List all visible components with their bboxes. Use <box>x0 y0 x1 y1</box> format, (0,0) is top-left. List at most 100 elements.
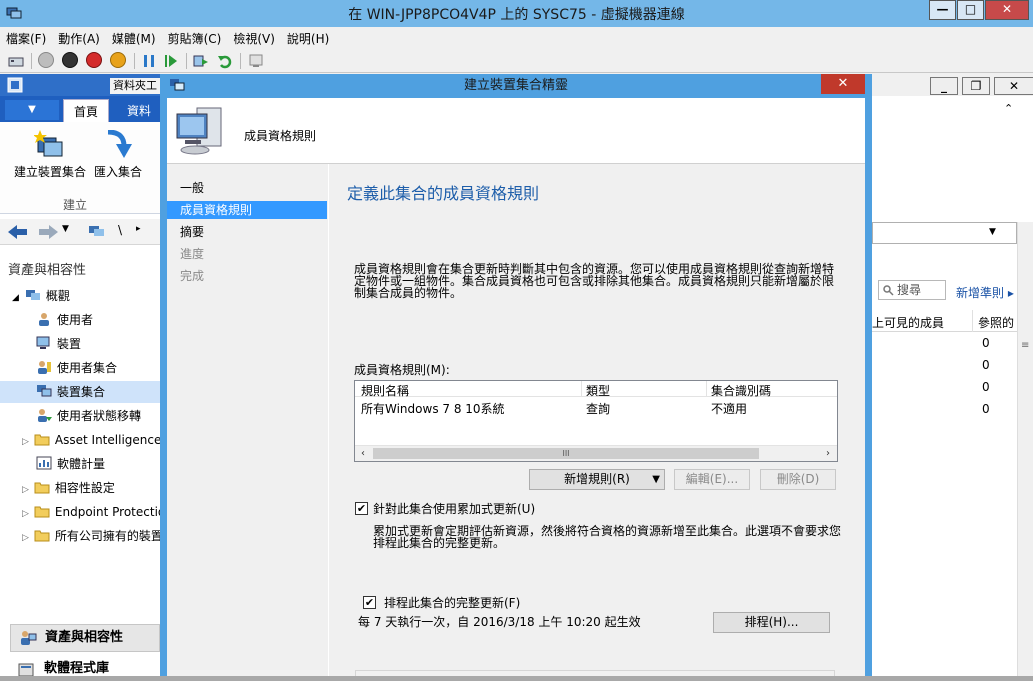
toolbar-separator <box>186 53 187 69</box>
folder-icon <box>34 506 50 518</box>
tree-heading: 資產與相容性 <box>8 263 87 278</box>
folder-icon <box>34 434 50 446</box>
ctrl-alt-del-icon[interactable] <box>8 53 24 69</box>
ribbon-collapse-icon[interactable]: ⌃ <box>1004 102 1013 115</box>
scroll-thumb[interactable]: III <box>373 448 759 459</box>
ribbon-file-menu[interactable]: ▼ <box>5 100 59 120</box>
console-minimize-button[interactable]: _ <box>930 77 958 95</box>
add-rule-button[interactable]: 新增規則(R) ▼ <box>529 469 665 490</box>
menu-view[interactable]: 檢視(V) <box>227 27 281 47</box>
taskbar-edge <box>0 676 1033 681</box>
assets-workspace-icon <box>21 631 37 645</box>
membership-rules-list[interactable]: 規則名稱 類型 集合識別碼 所有Windows 7 8 10系統 查詢 不適用 … <box>354 380 838 462</box>
nav-history-dropdown-icon[interactable]: ▼ <box>62 224 69 234</box>
close-button[interactable]: ✕ <box>985 0 1029 20</box>
turn-off-icon[interactable] <box>62 52 78 68</box>
collection-id-cell: 不適用 <box>711 402 748 416</box>
console-close-button[interactable]: ✕ <box>994 77 1033 95</box>
tree-expand-icon[interactable]: ▷ <box>22 485 29 495</box>
scroll-left-icon[interactable]: ‹ <box>355 446 371 461</box>
tab-home[interactable]: 首頁 <box>63 99 110 122</box>
column-rule-name[interactable]: 規則名稱 <box>361 382 409 399</box>
folder-tools-tab[interactable]: 資料夾工 <box>110 78 160 94</box>
column-type[interactable]: 類型 <box>586 382 610 399</box>
menu-action[interactable]: 動作(A) <box>52 27 106 47</box>
tree-item-users[interactable]: 使用者 <box>0 309 160 331</box>
console-right-ribbon: ⌃ <box>872 96 1033 214</box>
schedule-button[interactable]: 排程(H)... <box>713 612 830 633</box>
forward-arrow-icon[interactable] <box>38 224 58 240</box>
tree-item-devices[interactable]: 裝置 <box>0 333 160 355</box>
maximize-button[interactable]: □ <box>957 0 984 20</box>
schedule-full-update-checkbox[interactable]: ✔ <box>363 596 376 609</box>
edit-button[interactable]: 編輯(E)... <box>674 469 750 490</box>
list-column-header: 上可見的成員 參照的 <box>872 310 1017 332</box>
tree-item-compliance-settings[interactable]: ▷ 相容性設定 <box>0 477 160 499</box>
enhanced-session-icon[interactable] <box>248 53 264 69</box>
ribbon-group-create: 建立 <box>62 198 87 212</box>
import-collection-button[interactable]: 匯入集合 <box>92 129 144 180</box>
delete-button[interactable]: 刪除(D) <box>760 469 836 490</box>
tree-item-endpoint-protection[interactable]: ▷Endpoint Protection <box>0 501 160 523</box>
menu-clipboard[interactable]: 剪貼簿(C) <box>162 27 228 47</box>
nav-summary[interactable]: 摘要 <box>167 223 327 241</box>
vm-toolbar <box>0 49 1033 73</box>
tree-item-device-collections[interactable]: 裝置集合 <box>0 381 160 403</box>
nav-root-icon <box>89 226 104 236</box>
create-device-collection-button[interactable]: 建立裝置集合 <box>12 130 88 180</box>
address-bar-right[interactable]: ▼ <box>872 222 1017 244</box>
incremental-updates-checkbox[interactable]: ✔ <box>355 502 368 515</box>
folder-icon <box>34 482 50 494</box>
row-value: 0 <box>982 380 990 394</box>
incremental-updates-label[interactable]: 針對此集合使用累加式更新(U) <box>373 503 535 515</box>
shut-down-icon[interactable] <box>86 52 102 68</box>
column-referenced[interactable]: 參照的 <box>978 314 1014 331</box>
create-collection-icon <box>33 130 63 157</box>
address-dropdown-icon[interactable]: ▼ <box>989 227 996 237</box>
rule-name-cell: 所有Windows 7 8 10系統 <box>361 402 505 416</box>
resume-icon[interactable] <box>163 53 179 69</box>
save-state-icon[interactable] <box>110 52 126 68</box>
horizontal-scrollbar[interactable]: ‹ III › <box>355 445 837 461</box>
wizard-close-button[interactable]: ✕ <box>821 74 865 94</box>
tree-item-asset-intelligence[interactable]: ▷ Asset Intelligence <box>0 429 160 451</box>
console-restore-button[interactable]: ❐ <box>962 77 990 95</box>
tree-expand-icon[interactable]: ▷ <box>22 509 29 519</box>
nav-general[interactable]: 一般 <box>167 179 327 197</box>
checkpoint-icon[interactable] <box>193 53 209 69</box>
pause-icon[interactable] <box>141 53 157 69</box>
tab-folder[interactable]: 資料夾 <box>117 99 165 135</box>
add-criteria-link[interactable]: 新增準則 ▸ <box>956 284 1014 301</box>
tree-expand-icon[interactable]: ▷ <box>22 437 29 447</box>
scrollbar-grip-icon[interactable]: ≡ <box>1021 340 1029 351</box>
scroll-right-icon[interactable]: › <box>820 446 836 461</box>
ribbon-home: 建立裝置集合 匯入集合 建立 <box>0 122 165 214</box>
tree-expand-icon[interactable]: ▷ <box>22 533 29 543</box>
tree-collapse-icon[interactable]: ◢ <box>12 293 19 303</box>
wizard-title-bar: 建立裝置集合精靈 ✕ <box>167 74 865 98</box>
back-arrow-icon[interactable] <box>8 224 28 240</box>
vertical-scrollbar[interactable]: ≡ <box>1017 222 1033 681</box>
nav-membership-rules[interactable]: 成員資格規則 <box>167 201 327 219</box>
tree-item-overview[interactable]: ◢ 概觀 <box>0 285 160 307</box>
nav-chevron-right-icon[interactable]: ▸ <box>136 224 141 234</box>
tree-item-software-metering[interactable]: 軟體計量 <box>0 453 160 475</box>
revert-icon[interactable] <box>217 53 233 69</box>
wizard-page-title: 成員資格規則 <box>244 129 317 143</box>
minimize-button[interactable]: — <box>929 0 956 20</box>
menu-media[interactable]: 媒體(M) <box>106 27 162 47</box>
row-value: 0 <box>982 358 990 372</box>
vm-title-bar: 在 WIN-JPP8PCO4V4P 上的 SYSC75 - 虛擬機器連線 — □… <box>0 0 1033 27</box>
start-icon[interactable] <box>38 52 54 68</box>
nav-path[interactable]: \ <box>118 223 122 237</box>
tree-item-company-owned-devices[interactable]: ▷ 所有公司擁有的裝置 <box>0 525 160 547</box>
column-visible-members[interactable]: 上可見的成員 <box>872 314 944 331</box>
schedule-full-update-label[interactable]: 排程此集合的完整更新(F) <box>381 597 524 609</box>
menu-file[interactable]: 檔案(F) <box>0 27 52 47</box>
workspace-assets-compliance[interactable]: 資產與相容性 <box>10 624 160 652</box>
tree-item-user-state-migration[interactable]: 使用者狀態移轉 <box>0 405 160 427</box>
search-button[interactable]: 搜尋 <box>878 280 946 300</box>
column-collection-id[interactable]: 集合識別碼 <box>711 382 771 399</box>
menu-help[interactable]: 說明(H) <box>281 27 335 47</box>
tree-item-user-collections[interactable]: 使用者集合 <box>0 357 160 379</box>
